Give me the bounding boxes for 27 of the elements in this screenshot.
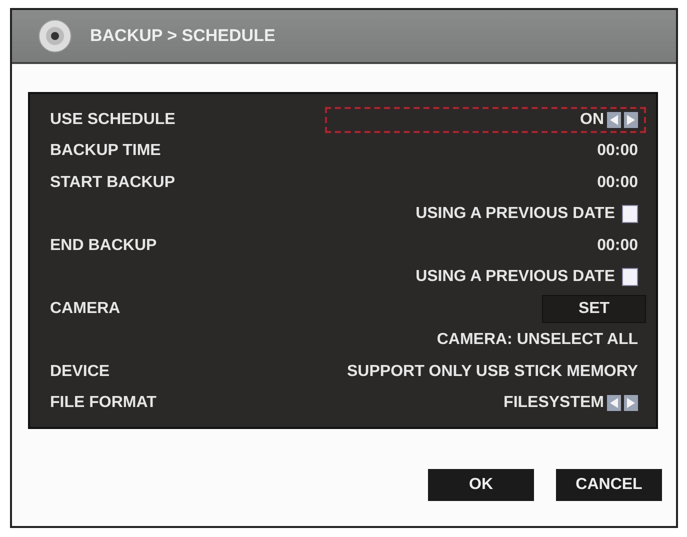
checkbox-label: USING A PREVIOUS DATE (416, 205, 615, 224)
disc-icon (38, 19, 72, 53)
checkbox-label: USING A PREVIOUS DATE (416, 268, 615, 286)
checkbox[interactable] (622, 268, 638, 286)
setting-label: END BACKUP (50, 236, 157, 255)
window-title: BACKUP > SCHEDULE (90, 26, 276, 46)
setting-value: CAMERA: UNSELECT ALL (436, 331, 638, 350)
setting-value: SUPPORT ONLY USB STICK MEMORY (347, 362, 638, 381)
setting-value: 00:00 (597, 236, 638, 255)
right-arrow-icon[interactable] (624, 395, 638, 412)
left-arrow-icon[interactable] (607, 395, 621, 412)
setting-label: BACKUP TIME (50, 142, 161, 160)
setting-label: DEVICE (50, 362, 110, 381)
setting-value: ON (580, 110, 604, 129)
setting-value: 00:00 (597, 174, 638, 192)
setting-value: FILESYSTEM (504, 394, 604, 412)
setting-label: START BACKUP (50, 174, 176, 192)
set-button[interactable]: SET (542, 294, 646, 323)
setting-label: USE SCHEDULE (50, 110, 176, 129)
setting-value: 00:00 (597, 142, 638, 160)
left-arrow-icon[interactable] (607, 112, 621, 128)
setting-label: FILE FORMAT (50, 394, 156, 412)
checkbox[interactable] (622, 205, 638, 224)
setting-label: CAMERA (50, 300, 120, 318)
right-arrow-icon[interactable] (624, 112, 638, 128)
ok-button[interactable]: OK (428, 469, 534, 501)
cancel-button[interactable]: CANCEL (556, 469, 662, 501)
